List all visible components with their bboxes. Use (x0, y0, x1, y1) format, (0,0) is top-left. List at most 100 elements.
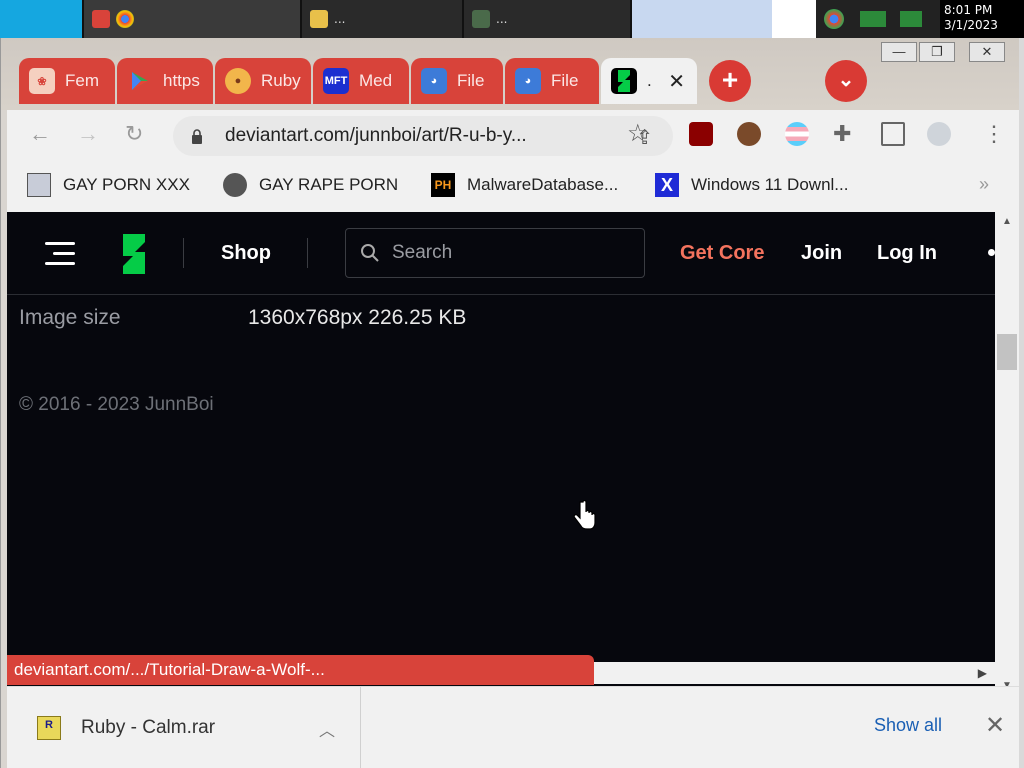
scrollbar-thumb[interactable] (997, 334, 1017, 370)
tab-search-chevron-icon[interactable]: ⌄ (825, 60, 867, 102)
tab-ruby[interactable]: ● Ruby (215, 58, 311, 104)
tray-chrome-icon[interactable] (824, 9, 844, 29)
chrome-icon (116, 10, 134, 28)
ublock-icon[interactable] (689, 122, 713, 146)
close-window-button[interactable]: ✕ (969, 42, 1005, 62)
bookmark-windows-11[interactable]: X Windows 11 Downl... (655, 173, 848, 197)
bookmark-star-icon[interactable]: ☆ (627, 122, 649, 146)
taskbar-overflow[interactable] (772, 0, 816, 38)
file-icon: ◕ (515, 68, 541, 94)
copyright-text: © 2016 - 2023 JunnBoi (19, 394, 214, 415)
scroll-right-arrow-icon[interactable]: ▶ (978, 666, 987, 680)
close-tab-icon[interactable]: ✕ (668, 69, 685, 94)
bookmark-gay-rape-porn[interactable]: GAY RAPE PORN (223, 173, 398, 197)
chrome-window: — ❐ ✕ ❀ Fem https ● Ruby MFT Med ◕ File … (0, 38, 1019, 768)
mushroom-icon: ● (225, 68, 251, 94)
tab-label: Ruby (261, 71, 301, 90)
tab-strip: — ❐ ✕ ❀ Fem https ● Ruby MFT Med ◕ File … (1, 38, 1019, 110)
forward-arrow-icon[interactable]: → (77, 122, 99, 146)
bookmark-label: GAY RAPE PORN (259, 175, 399, 194)
clock-time: 8:01 PM (944, 3, 993, 17)
tray-volume-icon[interactable] (900, 11, 922, 27)
log-in-link[interactable]: Log In (877, 242, 937, 265)
terminal-icon (472, 10, 490, 28)
tab-label: . (647, 71, 652, 90)
tab-file-2[interactable]: ◕ File (505, 58, 599, 104)
image-size-value: 1360x768px 226.25 KB (248, 306, 467, 329)
taskbar-start-area[interactable] (0, 0, 82, 38)
url-text[interactable]: deviantart.com/junnboi/art/R-u-b-y... (225, 125, 527, 147)
tab-label: File (551, 71, 579, 90)
search-input[interactable] (392, 242, 612, 264)
bookmark-label: GAY PORN XXX (63, 175, 190, 194)
address-bar[interactable]: deviantart.com/junnboi/art/R-u-b-y... ⇪ (173, 116, 673, 156)
browser-toolbar: ← → ↻ deviantart.com/junnboi/art/R-u-b-y… (7, 110, 1019, 160)
deviantart-page: Shop Get Core Join Log In Image size 136… (7, 212, 995, 696)
download-file-name[interactable]: Ruby - Calm.rar (81, 717, 215, 739)
taskbar-terminal[interactable]: ... (464, 0, 630, 38)
chevron-up-icon[interactable]: ︿ (319, 717, 335, 741)
download-item[interactable]: Ruby - Calm.rar ︿ (7, 687, 361, 768)
lock-icon[interactable] (191, 128, 203, 144)
clock-date: 3/1/2023 (944, 18, 998, 32)
app-icon (92, 10, 110, 28)
deviantart-logo-icon[interactable] (119, 234, 147, 274)
shop-link[interactable]: Shop (221, 242, 271, 265)
taskbar: ... ... 8:01 PM 3/1/2023 (0, 0, 1024, 38)
taskbar-terminal-label: ... (496, 12, 508, 26)
get-core-link[interactable]: Get Core (680, 242, 764, 265)
rar-file-icon (37, 716, 61, 740)
tab-https[interactable]: https (117, 58, 213, 104)
taskbar-folder[interactable]: ... (302, 0, 462, 38)
new-tab-button[interactable]: + (709, 60, 751, 102)
extension-avatar-icon[interactable] (737, 122, 761, 146)
close-shelf-icon[interactable]: ✕ (985, 711, 1005, 740)
bookmark-gay-porn-xxx[interactable]: GAY PORN XXX (27, 173, 190, 197)
tab-deviantart[interactable]: . ✕ (601, 58, 697, 104)
search-icon (361, 244, 379, 262)
taskbar-chrome[interactable] (84, 0, 300, 38)
puzzle-extensions-icon[interactable]: ✚ (833, 122, 851, 146)
tray-app-icon[interactable] (860, 11, 886, 27)
back-arrow-icon[interactable]: ← (29, 122, 51, 146)
tab-med[interactable]: MFT Med (313, 58, 409, 104)
scroll-up-arrow-icon[interactable]: ▲ (1002, 216, 1012, 227)
side-panel-icon[interactable] (881, 122, 905, 146)
menu-kebab-icon[interactable]: ⋮ (983, 122, 1005, 146)
more-menu-icon[interactable] (988, 249, 995, 256)
bookmark-label: MalwareDatabase... (467, 175, 619, 194)
bookmark-malware-database[interactable]: PH MalwareDatabase... (431, 173, 618, 197)
bookmarks-overflow-chevron-icon[interactable]: » (979, 174, 989, 195)
bookmarks-bar: GAY PORN XXX GAY RAPE PORN PH MalwareDat… (7, 160, 1019, 212)
taskbar-clock[interactable]: 8:01 PM 3/1/2023 (940, 0, 1024, 38)
restore-button[interactable]: ❐ (919, 42, 955, 62)
search-box[interactable] (345, 228, 645, 278)
profile-avatar-icon[interactable] (927, 122, 951, 146)
tab-file-1[interactable]: ◕ File (411, 58, 503, 104)
tab-fem[interactable]: ❀ Fem (19, 58, 115, 104)
hamburger-menu-icon[interactable] (45, 242, 75, 268)
desktop: ... ... 8:01 PM 3/1/2023 — ❐ ✕ ❀ Fem htt… (0, 0, 1024, 768)
join-link[interactable]: Join (801, 242, 842, 265)
hand-cursor-icon (573, 500, 596, 530)
tab-label: Fem (65, 71, 99, 90)
folder-icon (310, 10, 328, 28)
header-divider (307, 238, 308, 268)
minimize-button[interactable]: — (881, 42, 917, 62)
site-header: Shop Get Core Join Log In (7, 212, 995, 295)
horizontal-scrollbar[interactable]: ▶ (594, 662, 995, 684)
deviantart-icon (611, 68, 637, 94)
show-all-button[interactable]: Show all (874, 715, 942, 736)
computer-icon (27, 173, 51, 197)
flag-extension-icon[interactable] (785, 122, 809, 146)
tab-label: Med (359, 71, 393, 90)
file-icon: ◕ (421, 68, 447, 94)
reload-icon[interactable]: ↻ (125, 122, 143, 146)
download-shelf: Ruby - Calm.rar ︿ Show all ✕ (7, 686, 1019, 768)
header-divider (183, 238, 184, 268)
tab-label: https (163, 71, 200, 90)
vertical-scrollbar[interactable]: ▲ ▼ (995, 212, 1019, 696)
ph-icon: PH (431, 173, 455, 197)
system-tray[interactable] (816, 0, 940, 38)
tab-label: File (457, 71, 485, 90)
